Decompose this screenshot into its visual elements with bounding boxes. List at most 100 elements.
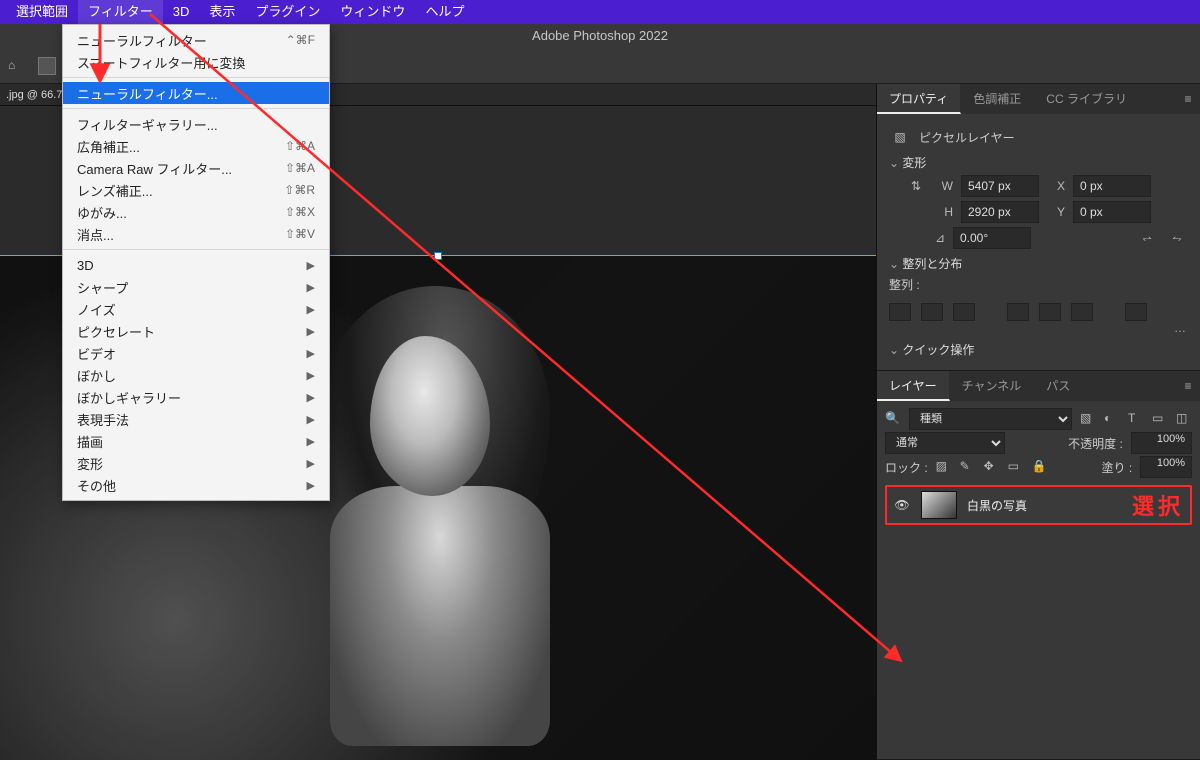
transform-section-heading[interactable]: 変形 (889, 154, 1188, 171)
menubar: 選択範囲フィルター3D表示プラグインウィンドウヘルプ (0, 0, 1200, 24)
filter-menu-item[interactable]: Camera Raw フィルター...⇧⌘A (63, 157, 329, 179)
lock-brush-icon[interactable]: ✎ (960, 459, 976, 475)
angle-field[interactable] (953, 227, 1031, 249)
filter-menu-item[interactable]: ノイズ▶ (63, 298, 329, 320)
filter-menu-item[interactable]: シャープ▶ (63, 276, 329, 298)
width-field[interactable] (961, 175, 1039, 197)
tool-preset-swatch[interactable] (38, 57, 56, 75)
filter-menu-item[interactable]: レンズ補正...⇧⌘R (63, 179, 329, 201)
align-top-button[interactable] (1007, 303, 1029, 321)
align-vcenter-button[interactable] (1039, 303, 1061, 321)
align-right-button[interactable] (953, 303, 975, 321)
filter-menu-item[interactable]: ピクセレート▶ (63, 320, 329, 342)
align-more-button[interactable]: … (889, 321, 1188, 335)
filter-menu-item[interactable]: 広角補正...⇧⌘A (63, 135, 329, 157)
filter-menu-item[interactable]: ニューラルフィルター... (63, 82, 329, 104)
filter-image-icon[interactable]: ▧ (1080, 411, 1096, 427)
layer-name[interactable]: 白黒の写真 (967, 497, 1122, 514)
app-title: Adobe Photoshop 2022 (532, 28, 668, 43)
lock-artboard-icon[interactable]: ▭ (1008, 459, 1024, 475)
submenu-arrow-icon: ▶ (307, 303, 315, 316)
layer-thumbnail[interactable] (921, 491, 957, 519)
layers-panel: レイヤーチャンネルパス≡ 🔍 種類 ▧ ◐ T ▭ ◫ 通常 不透明度 : 1 (877, 371, 1200, 760)
filter-menu-item[interactable]: その他▶ (63, 474, 329, 496)
filter-menu-item[interactable]: 変形▶ (63, 452, 329, 474)
lock-all-icon[interactable]: 🔒 (1032, 459, 1048, 475)
menu-item[interactable]: フィルター (78, 0, 163, 24)
align-section-heading[interactable]: 整列と分布 (889, 255, 1188, 272)
properties-tab[interactable]: CC ライブラリ (1034, 84, 1140, 114)
y-label: Y (1047, 205, 1065, 219)
filter-menu-item[interactable]: ビデオ▶ (63, 342, 329, 364)
home-icon[interactable]: ⌂ (8, 58, 24, 74)
opacity-value[interactable]: 100% (1131, 432, 1192, 454)
submenu-arrow-icon: ▶ (307, 369, 315, 382)
filter-adjust-icon[interactable]: ◐ (1104, 411, 1120, 427)
submenu-arrow-icon: ▶ (307, 457, 315, 470)
layers-tabs: レイヤーチャンネルパス ≡ (877, 371, 1200, 401)
flip-vertical-icon[interactable]: ⥊ (1166, 227, 1188, 249)
submenu-arrow-icon: ▶ (307, 325, 315, 338)
menu-item[interactable]: 表示 (199, 0, 245, 24)
submenu-arrow-icon: ▶ (307, 347, 315, 360)
align-left-button[interactable] (889, 303, 911, 321)
filter-menu-item[interactable]: ぼかし▶ (63, 364, 329, 386)
layers-tab[interactable]: パス (1034, 371, 1083, 401)
filter-menu-item[interactable]: ニューラルフィルター⌃⌘F (63, 29, 329, 51)
fill-value[interactable]: 100% (1140, 456, 1192, 478)
filter-smart-icon[interactable]: ◫ (1176, 411, 1192, 427)
transform-handle-top[interactable] (434, 252, 442, 260)
submenu-arrow-icon: ▶ (307, 435, 315, 448)
search-icon[interactable]: 🔍 (885, 411, 901, 427)
align-label: 整列 : (889, 276, 920, 293)
panel-menu-icon[interactable]: ≡ (1176, 84, 1200, 114)
link-wh-icon[interactable]: ⇅ (905, 175, 927, 197)
quick-actions-heading[interactable]: クイック操作 (889, 341, 1188, 358)
filter-menu-item[interactable]: ゆがみ...⇧⌘X (63, 201, 329, 223)
filter-menu-item[interactable]: フィルターギャラリー... (63, 113, 329, 135)
right-panel-column: プロパティ色調補正CC ライブラリ≡ ▧ ピクセルレイヤー 変形 ⇅ W X H… (876, 84, 1200, 760)
menu-item[interactable]: 選択範囲 (6, 0, 78, 24)
width-label: W (935, 179, 953, 193)
submenu-arrow-icon: ▶ (307, 281, 315, 294)
align-bottom-button[interactable] (1071, 303, 1093, 321)
height-field[interactable] (961, 201, 1039, 223)
layer-filter-kind[interactable]: 種類 (909, 408, 1072, 430)
menu-item[interactable]: ウィンドウ (330, 0, 415, 24)
angle-label: ⊿ (927, 231, 945, 245)
panel-menu-icon[interactable]: ≡ (1176, 371, 1200, 401)
layers-tab[interactable]: レイヤー (877, 371, 950, 401)
filter-menu-item[interactable]: 描画▶ (63, 430, 329, 452)
filter-menu-item[interactable]: 3D▶ (63, 254, 329, 276)
filter-menu-item[interactable]: 消点...⇧⌘V (63, 223, 329, 245)
document-tab[interactable]: .jpg @ 66.7 (6, 89, 62, 101)
height-label: H (935, 205, 953, 219)
flip-horizontal-icon[interactable]: ⥋ (1136, 227, 1158, 249)
blend-mode-select[interactable]: 通常 (885, 432, 1005, 454)
menu-item[interactable]: ヘルプ (415, 0, 474, 24)
filter-shape-icon[interactable]: ▭ (1152, 411, 1168, 427)
pixel-layer-icon: ▧ (889, 126, 911, 148)
filter-menu-item[interactable]: スマートフィルター用に変換 (63, 51, 329, 73)
align-hcenter-button[interactable] (921, 303, 943, 321)
filter-menu-item[interactable]: 表現手法▶ (63, 408, 329, 430)
menu-item[interactable]: プラグイン (245, 0, 330, 24)
layer-item-selected[interactable]: 👁 白黒の写真 選択 (885, 485, 1192, 525)
distribute-button[interactable] (1125, 303, 1147, 321)
layers-tab[interactable]: チャンネル (950, 371, 1035, 401)
properties-tab[interactable]: プロパティ (877, 84, 961, 114)
properties-tab[interactable]: 色調補正 (961, 84, 1034, 114)
filter-menu-item[interactable]: ぼかしギャラリー▶ (63, 386, 329, 408)
filter-type-icon[interactable]: T (1128, 411, 1144, 427)
submenu-arrow-icon: ▶ (307, 391, 315, 404)
lock-move-icon[interactable]: ✥ (984, 459, 1000, 475)
visibility-toggle-icon[interactable]: 👁 (893, 498, 911, 512)
y-field[interactable] (1073, 201, 1151, 223)
filter-menu-dropdown: ニューラルフィルター⌃⌘Fスマートフィルター用に変換ニューラルフィルター... フ… (62, 24, 330, 501)
lock-transparent-icon[interactable]: ▨ (936, 459, 952, 475)
x-label: X (1047, 179, 1065, 193)
x-field[interactable] (1073, 175, 1151, 197)
submenu-arrow-icon: ▶ (307, 413, 315, 426)
submenu-arrow-icon: ▶ (307, 259, 315, 272)
menu-item[interactable]: 3D (163, 0, 200, 24)
